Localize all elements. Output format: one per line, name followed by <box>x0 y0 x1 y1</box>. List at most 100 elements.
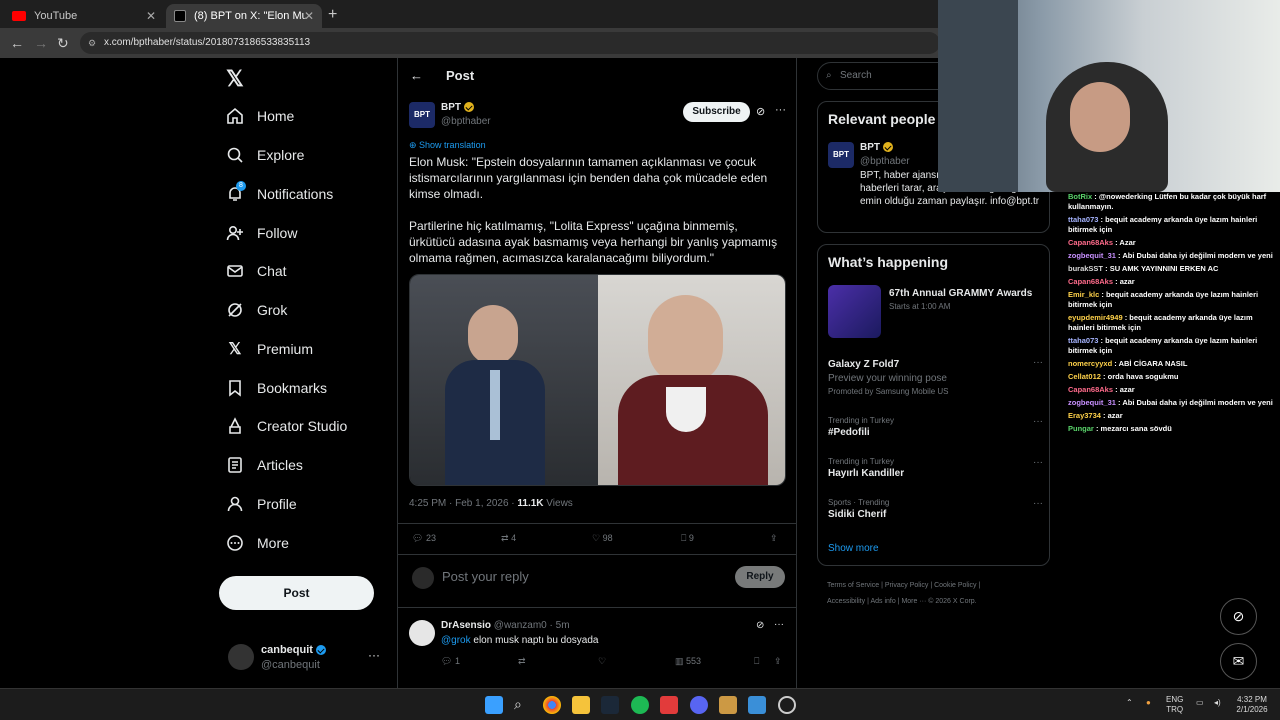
reload-icon[interactable]: ↻ <box>57 35 69 52</box>
reply-action[interactable]: 💬︎ 1 <box>441 656 460 667</box>
forward-icon[interactable]: → <box>34 35 48 51</box>
app-icon[interactable] <box>748 696 766 714</box>
chat-username[interactable]: Emir_klc <box>1068 290 1099 299</box>
event-title[interactable]: 67th Annual GRAMMY Awards <box>889 288 1032 299</box>
chat-username[interactable]: ttaha073 <box>1068 215 1098 224</box>
x-logo-icon[interactable]: 𝕏 <box>226 66 244 92</box>
more-icon[interactable]: ··· <box>1033 416 1043 427</box>
grok-fab[interactable]: ⊘ <box>1220 598 1257 635</box>
account-switcher[interactable]: canbequit @canbequit ··· <box>228 642 388 678</box>
file-explorer-icon[interactable] <box>572 696 590 714</box>
grok-icon[interactable]: ⊘ <box>756 105 765 118</box>
site-info-icon[interactable]: ⚙ <box>88 32 96 54</box>
nav-follow[interactable]: Follow <box>226 218 297 248</box>
chat-username[interactable]: Pungar <box>1068 424 1094 433</box>
trend-item[interactable]: Trending in Turkey #Pedofili ··· <box>828 416 1043 438</box>
nav-grok[interactable]: Grok <box>226 295 287 325</box>
show-translation-link[interactable]: ⊕ Show translation <box>409 140 486 151</box>
share-icon[interactable]: ⇪ <box>770 533 778 544</box>
search-input[interactable]: ⌕ Search <box>817 62 957 90</box>
chat-username[interactable]: nomercyyxd <box>1068 359 1112 368</box>
nav-chat[interactable]: Chat <box>226 256 287 286</box>
more-icon[interactable]: ··· <box>774 619 784 630</box>
grok-icon[interactable]: ⊘ <box>756 620 764 631</box>
tweet-media[interactable] <box>409 274 786 486</box>
nav-profile[interactable]: Profile <box>226 489 297 519</box>
app-icon[interactable] <box>719 696 737 714</box>
new-tab-icon[interactable]: + <box>328 6 337 24</box>
steam-icon[interactable] <box>601 696 619 714</box>
tab-youtube[interactable]: YouTube ✕ <box>4 4 164 28</box>
subscribe-button[interactable]: Subscribe <box>683 102 750 122</box>
microphone-icon[interactable]: ● <box>1146 698 1151 708</box>
more-icon[interactable]: ··· <box>1033 498 1043 509</box>
more-icon[interactable]: ··· <box>1033 357 1043 368</box>
chat-username[interactable]: Capan68Aks <box>1068 277 1113 286</box>
bookmark-action[interactable]: ⎕ 9 <box>681 533 694 544</box>
relevant-name-row[interactable]: BPT <box>860 142 893 153</box>
back-arrow-icon[interactable]: ← <box>410 68 423 83</box>
network-icon[interactable]: ▭ <box>1196 698 1204 708</box>
chat-username[interactable]: burakSST <box>1068 264 1103 273</box>
nav-articles[interactable]: Articles <box>226 450 303 480</box>
search-icon[interactable]: ⌕ <box>514 696 532 714</box>
close-icon[interactable]: ✕ <box>146 9 156 23</box>
url-field[interactable]: ⚙ x.com/bpthaber/status/2018073186533835… <box>80 32 940 54</box>
language-indicator[interactable]: ENG TRQ <box>1166 695 1183 715</box>
nav-home[interactable]: Home <box>226 101 294 131</box>
bookmark-icon[interactable]: ⎕ <box>754 656 759 667</box>
promo-item[interactable]: Galaxy Z Fold7 Preview your winning pose… <box>828 357 1043 396</box>
chat-username[interactable]: Eray3734 <box>1068 411 1101 420</box>
nav-explore[interactable]: Explore <box>226 140 304 170</box>
chat-username[interactable]: Cellat012 <box>1068 372 1101 381</box>
close-icon[interactable]: ✕ <box>304 9 314 23</box>
obs-icon[interactable] <box>778 696 796 714</box>
reply-author[interactable]: DrAsensio @wanzam0 · 5m <box>441 620 570 631</box>
back-icon[interactable]: ← <box>10 35 24 51</box>
more-icon[interactable]: ··· <box>1033 457 1043 468</box>
share-icon[interactable]: ⇪ <box>774 656 782 667</box>
author-name-row[interactable]: BPT <box>441 102 474 113</box>
chrome-icon[interactable] <box>543 696 561 714</box>
event-image[interactable] <box>828 285 881 338</box>
author-avatar[interactable]: BPT <box>409 102 435 128</box>
chat-username[interactable]: zogbequit_31 <box>1068 251 1116 260</box>
author-handle[interactable]: @bpthaber <box>441 116 491 127</box>
reply-button[interactable]: Reply <box>735 566 785 588</box>
discord-icon[interactable] <box>690 696 708 714</box>
chat-username[interactable]: Capan68Aks <box>1068 238 1113 247</box>
more-icon[interactable]: ··· <box>368 648 380 662</box>
tweet-time[interactable]: 4:25 PM · Feb 1, 2026 · <box>409 498 517 509</box>
chevron-up-icon[interactable]: ⌃ <box>1126 698 1133 708</box>
relevant-avatar[interactable]: BPT <box>828 142 854 168</box>
footer-line[interactable]: Terms of Service | Privacy Policy | Cook… <box>827 578 1047 594</box>
footer-line[interactable]: Accessibility | Ads info | More ··· © 20… <box>827 594 1047 610</box>
app-icon[interactable] <box>660 696 678 714</box>
avatar[interactable] <box>409 620 435 646</box>
spotify-icon[interactable] <box>631 696 649 714</box>
chat-username[interactable]: Capan68Aks <box>1068 385 1113 394</box>
repost-action[interactable]: ⇄ 4 <box>501 533 516 544</box>
chat-username[interactable]: ttaha073 <box>1068 336 1098 345</box>
reply-input[interactable]: Post your reply <box>442 569 529 584</box>
chat-username[interactable]: eyupdemir4949 <box>1068 313 1123 322</box>
mention-link[interactable]: @grok <box>441 635 471 646</box>
reply-action[interactable]: 💬︎ 23 <box>412 533 436 544</box>
nav-premium[interactable]: 𝕏 Premium <box>226 334 313 364</box>
trend-item[interactable]: Trending in Turkey Hayırlı Kandiller ··· <box>828 457 1043 479</box>
trend-item[interactable]: Sports · Trending Sidiki Cherif ··· <box>828 498 1043 520</box>
messages-fab[interactable]: ✉ <box>1220 643 1257 680</box>
clock[interactable]: 4:32 PM 2/1/2026 <box>1232 695 1272 715</box>
repost-icon[interactable]: ⇄ <box>518 656 526 667</box>
chat-username[interactable]: zogbequit_31 <box>1068 398 1116 407</box>
like-action[interactable]: ♡ 98 <box>592 533 613 544</box>
start-icon[interactable] <box>485 696 503 714</box>
show-more-link[interactable]: Show more <box>828 543 879 554</box>
nav-more[interactable]: More <box>226 528 289 558</box>
post-button[interactable]: Post <box>219 576 374 610</box>
heart-icon[interactable]: ♡ <box>598 656 606 667</box>
chat-username[interactable]: BotRix <box>1068 192 1092 201</box>
views-action[interactable]: ▥ 553 <box>675 656 701 667</box>
volume-icon[interactable]: ◂) <box>1214 698 1221 708</box>
nav-bookmarks[interactable]: Bookmarks <box>226 373 327 403</box>
